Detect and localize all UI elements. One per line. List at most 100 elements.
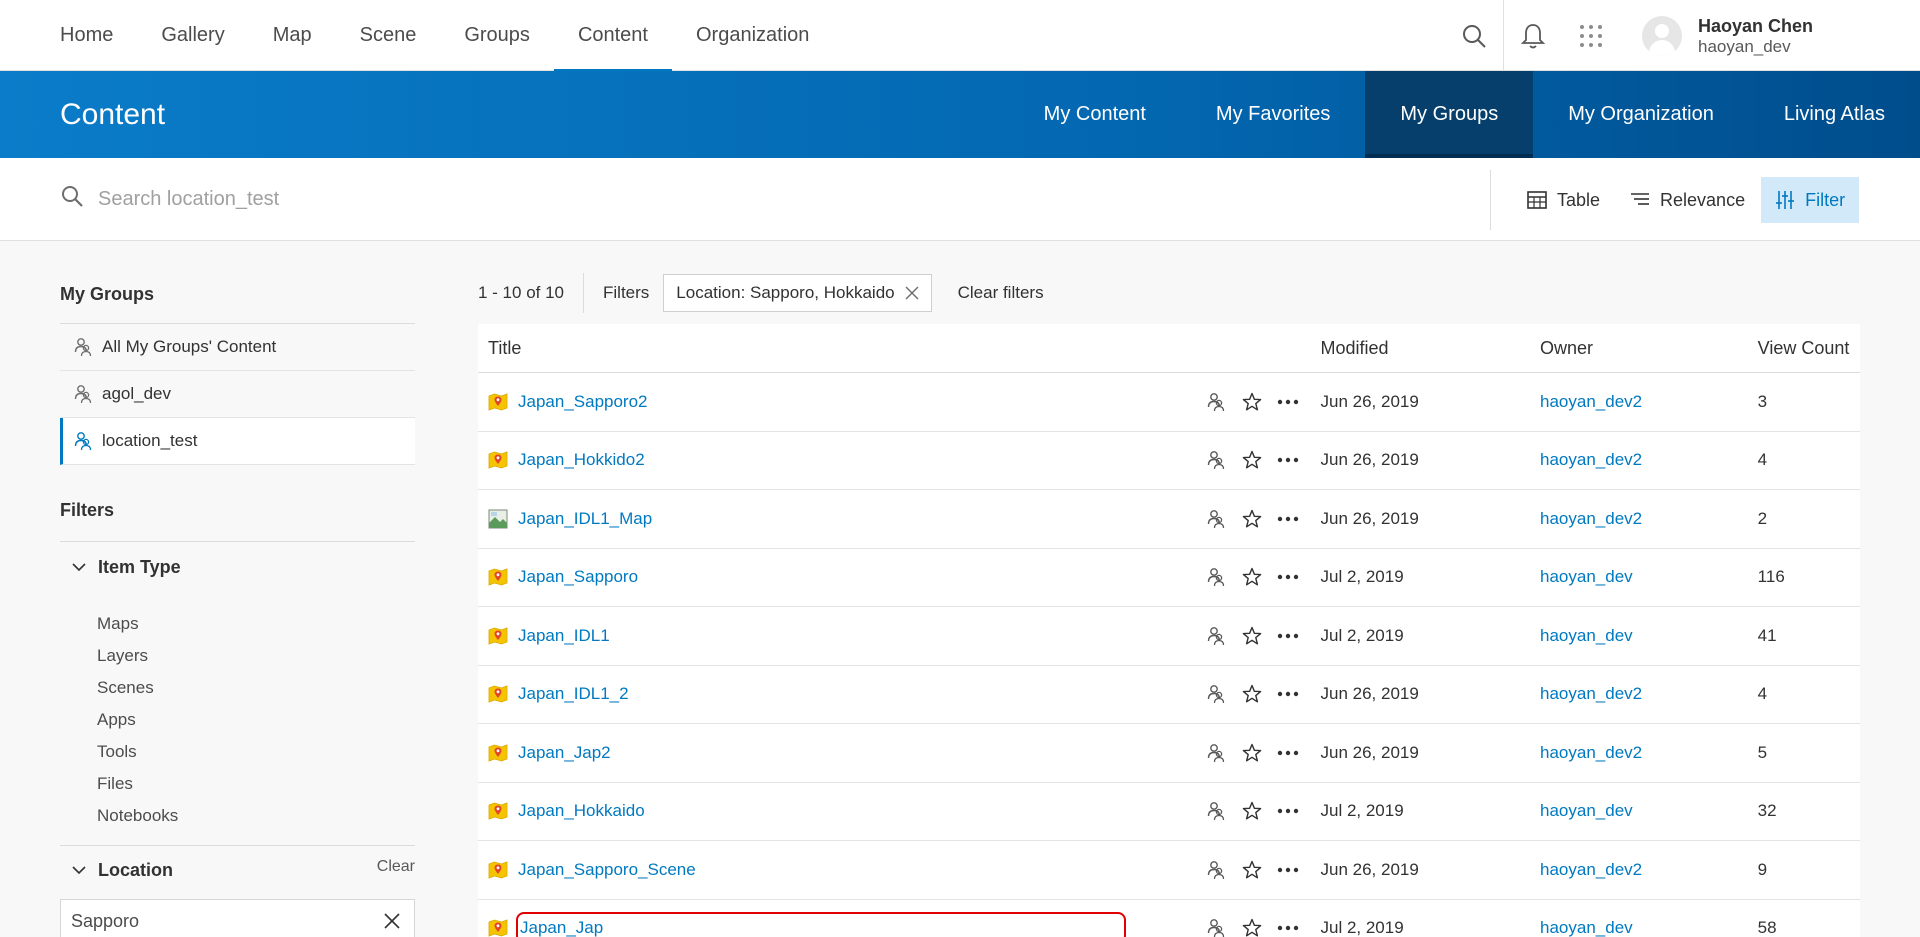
bell-icon[interactable] xyxy=(1504,0,1562,71)
star-icon[interactable] xyxy=(1240,507,1264,531)
type-layers[interactable]: Layers xyxy=(60,640,415,672)
type-notebooks[interactable]: Notebooks xyxy=(60,800,415,832)
search-input[interactable] xyxy=(98,178,1378,220)
cell-owner-link[interactable]: haoyan_dev2 xyxy=(1540,509,1758,529)
item-title-link[interactable]: Japan_Hokkaido xyxy=(518,801,645,821)
tab-my-favorites[interactable]: My Favorites xyxy=(1181,71,1365,158)
search-icon xyxy=(60,184,84,213)
user-menu[interactable]: Haoyan Chen haoyan_dev xyxy=(1620,0,1920,71)
tab-living-atlas[interactable]: Living Atlas xyxy=(1749,71,1920,158)
cell-owner-link[interactable]: haoyan_dev xyxy=(1540,801,1758,821)
star-icon[interactable] xyxy=(1240,565,1264,589)
column-owner[interactable]: Owner xyxy=(1540,338,1758,359)
type-maps[interactable]: Maps xyxy=(60,608,415,640)
share-group-icon[interactable] xyxy=(1204,682,1228,706)
more-options-icon[interactable] xyxy=(1276,448,1300,472)
sidebar-item-all-groups[interactable]: All My Groups' Content xyxy=(60,324,415,371)
star-icon[interactable] xyxy=(1240,799,1264,823)
cell-owner-link[interactable]: haoyan_dev2 xyxy=(1540,450,1758,470)
tab-my-content[interactable]: My Content xyxy=(1009,71,1181,158)
more-options-icon[interactable] xyxy=(1276,741,1300,765)
star-icon[interactable] xyxy=(1240,448,1264,472)
location-input[interactable] xyxy=(71,906,361,936)
share-group-icon[interactable] xyxy=(1204,507,1228,531)
share-group-icon[interactable] xyxy=(1204,858,1228,882)
user-handle: haoyan_dev xyxy=(1698,36,1791,56)
sort-button[interactable]: Relevance xyxy=(1616,177,1759,223)
cell-owner-link[interactable]: haoyan_dev xyxy=(1540,918,1758,937)
group-icon xyxy=(74,432,92,451)
star-icon[interactable] xyxy=(1240,858,1264,882)
type-files[interactable]: Files xyxy=(60,768,415,800)
nav-groups[interactable]: Groups xyxy=(440,0,554,71)
sidebar-item-location-test[interactable]: location_test xyxy=(60,418,415,465)
more-options-icon[interactable] xyxy=(1276,916,1300,937)
cell-owner-link[interactable]: haoyan_dev2 xyxy=(1540,743,1758,763)
item-title-link[interactable]: Japan_Sapporo_Scene xyxy=(518,860,696,880)
share-group-icon[interactable] xyxy=(1204,390,1228,414)
filter-chip-location[interactable]: Location: Sapporo, Hokkaido xyxy=(663,274,932,312)
close-icon[interactable] xyxy=(384,913,400,929)
item-title-link[interactable]: Japan_Sapporo2 xyxy=(518,392,648,412)
filter-button[interactable]: Filter xyxy=(1761,177,1860,223)
filters-heading: Filters xyxy=(60,500,115,520)
nav-organization[interactable]: Organization xyxy=(672,0,833,71)
more-options-icon[interactable] xyxy=(1276,858,1300,882)
search-icon[interactable] xyxy=(1445,0,1503,71)
chevron-down-icon xyxy=(72,563,86,572)
star-icon[interactable] xyxy=(1240,624,1264,648)
star-icon[interactable] xyxy=(1240,390,1264,414)
star-icon[interactable] xyxy=(1240,682,1264,706)
type-tools[interactable]: Tools xyxy=(60,736,415,768)
item-title-link[interactable]: Japan_Sapporo xyxy=(518,567,638,587)
share-group-icon[interactable] xyxy=(1204,741,1228,765)
item-title-link[interactable]: Japan_IDL1_2 xyxy=(518,684,629,704)
item-title-link[interactable]: Japan_Hokkido2 xyxy=(518,450,645,470)
nav-home[interactable]: Home xyxy=(36,0,137,71)
cell-owner-link[interactable]: haoyan_dev2 xyxy=(1540,684,1758,704)
item-title-link[interactable]: Japan_IDL1_Map xyxy=(518,509,652,529)
column-view-count[interactable]: View Count xyxy=(1758,338,1860,359)
cell-owner-link[interactable]: haoyan_dev xyxy=(1540,567,1758,587)
tab-my-groups[interactable]: My Groups xyxy=(1365,71,1534,158)
location-toggle[interactable]: Location Clear xyxy=(60,846,415,894)
item-title-link[interactable]: Japan_Jap2 xyxy=(518,743,611,763)
tab-my-organization[interactable]: My Organization xyxy=(1533,71,1749,158)
more-options-icon[interactable] xyxy=(1276,799,1300,823)
type-apps[interactable]: Apps xyxy=(60,704,415,736)
more-options-icon[interactable] xyxy=(1276,682,1300,706)
share-group-icon[interactable] xyxy=(1204,799,1228,823)
star-icon[interactable] xyxy=(1240,916,1264,937)
location-field xyxy=(60,899,415,937)
clear-filters-button[interactable]: Clear filters xyxy=(958,283,1044,303)
column-title[interactable]: Title xyxy=(478,338,1204,359)
close-icon[interactable] xyxy=(905,286,919,300)
share-group-icon[interactable] xyxy=(1204,448,1228,472)
table-view-button[interactable]: Table xyxy=(1513,177,1614,223)
nav-gallery[interactable]: Gallery xyxy=(137,0,248,71)
type-scenes[interactable]: Scenes xyxy=(60,672,415,704)
share-group-icon[interactable] xyxy=(1204,565,1228,589)
share-group-icon[interactable] xyxy=(1204,624,1228,648)
item-title-link[interactable]: Japan_Jap xyxy=(516,912,1126,937)
cell-title: Japan_Jap xyxy=(478,912,1204,937)
nav-scene[interactable]: Scene xyxy=(336,0,441,71)
more-options-icon[interactable] xyxy=(1276,565,1300,589)
column-modified[interactable]: Modified xyxy=(1321,338,1541,359)
cell-owner-link[interactable]: haoyan_dev2 xyxy=(1540,860,1758,880)
cell-owner-link[interactable]: haoyan_dev xyxy=(1540,626,1758,646)
nav-map[interactable]: Map xyxy=(249,0,336,71)
more-options-icon[interactable] xyxy=(1276,390,1300,414)
location-clear-button[interactable]: Clear xyxy=(377,858,415,876)
app-launcher-icon[interactable] xyxy=(1562,0,1620,71)
item-type-toggle[interactable]: Item Type xyxy=(60,542,415,592)
star-icon[interactable] xyxy=(1240,741,1264,765)
item-title-link[interactable]: Japan_IDL1 xyxy=(518,626,610,646)
share-group-icon[interactable] xyxy=(1204,916,1228,937)
cell-owner-link[interactable]: haoyan_dev2 xyxy=(1540,392,1758,412)
user-name: Haoyan Chen xyxy=(1698,15,1814,36)
nav-content[interactable]: Content xyxy=(553,0,673,72)
more-options-icon[interactable] xyxy=(1276,507,1300,531)
more-options-icon[interactable] xyxy=(1276,624,1300,648)
sidebar-item-agol-dev[interactable]: agol_dev xyxy=(60,371,415,418)
